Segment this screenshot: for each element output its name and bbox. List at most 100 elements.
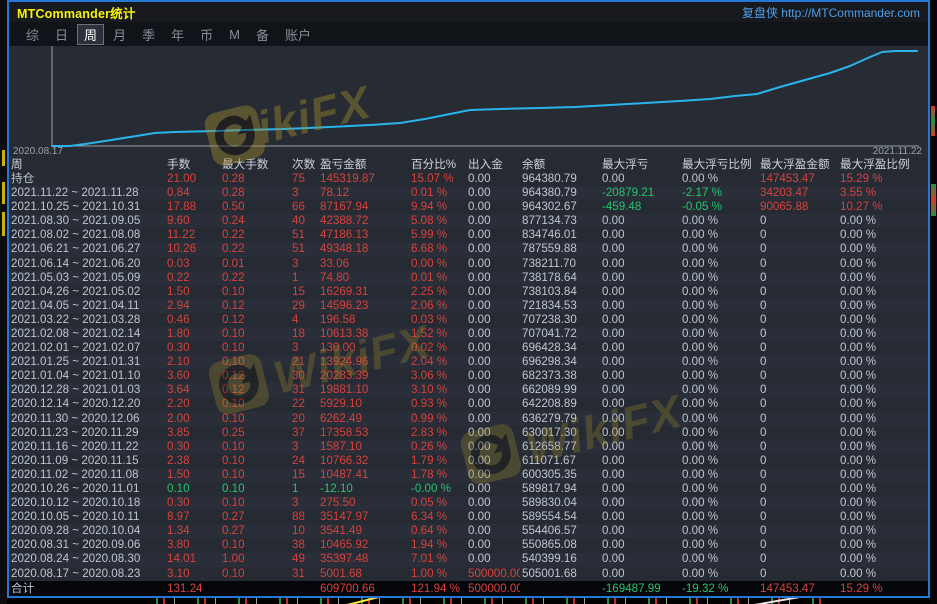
table-cell: 0.00 %: [838, 496, 928, 510]
table-row[interactable]: 2021.05.03 ~ 2021.05.090.220.22174.800.0…: [9, 271, 928, 285]
table-cell: 0.03: [165, 257, 220, 271]
table-cell: 2021.06.21 ~ 2021.06.27: [9, 242, 165, 256]
column-header[interactable]: 最大浮盈金额: [758, 158, 838, 172]
table-cell: 0.00: [600, 567, 680, 581]
table-cell: 10.26: [165, 242, 220, 256]
table-cell: 3: [290, 186, 318, 200]
column-header[interactable]: 百分比%: [409, 158, 466, 172]
table-cell: 0.00 %: [680, 496, 758, 510]
table-row[interactable]: 2021.08.02 ~ 2021.08.0811.220.225147186.…: [9, 228, 928, 242]
table-row[interactable]: 2021.03.22 ~ 2021.03.280.460.124196.580.…: [9, 313, 928, 327]
title-bar[interactable]: MTCommander统计 复盘侠 http://MTCommander.com: [9, 2, 928, 22]
table-row[interactable]: 2020.10.05 ~ 2020.10.118.970.278835147.9…: [9, 510, 928, 524]
table-row[interactable]: 2020.12.28 ~ 2021.01.033.640.123119881.1…: [9, 383, 928, 397]
column-header[interactable]: 出入金: [466, 158, 520, 172]
table-row[interactable]: 2020.08.24 ~ 2020.08.3014.011.004935397.…: [9, 553, 928, 567]
table-cell: 0.00 %: [409, 257, 466, 271]
table-cell: 0.00 %: [838, 482, 928, 496]
table-cell: 0.00: [600, 341, 680, 355]
column-header[interactable]: 最大浮亏比例: [680, 158, 758, 172]
table-cell: 2020.08.24 ~ 2020.08.30: [9, 552, 165, 566]
table-cell: 0.00: [466, 397, 520, 411]
column-header[interactable]: 周: [9, 158, 165, 172]
table-row[interactable]: 2020.08.17 ~ 2020.08.233.100.10315001.68…: [9, 567, 928, 581]
total-row[interactable]: 合计131.24609700.66121.94 %500000.00-16948…: [9, 581, 928, 596]
table-row[interactable]: 2021.06.14 ~ 2021.06.200.030.01333.060.0…: [9, 257, 928, 271]
table-cell: 1: [290, 482, 318, 496]
table-cell: 66: [290, 200, 318, 214]
column-header[interactable]: 余额: [520, 158, 600, 172]
column-header[interactable]: 次数: [290, 158, 318, 172]
table-cell: 0.00 %: [680, 228, 758, 242]
menu-item-10[interactable]: 账户: [278, 24, 318, 45]
table-row[interactable]: 2020.12.14 ~ 2020.12.202.200.10225929.10…: [9, 398, 928, 412]
table-cell: 2020.11.30 ~ 2020.12.06: [9, 412, 165, 426]
table-row[interactable]: 2021.11.22 ~ 2021.11.280.840.28378.120.0…: [9, 186, 928, 200]
table-row[interactable]: 2021.04.26 ~ 2021.05.021.500.101516269.3…: [9, 285, 928, 299]
table-cell: 0.12: [220, 383, 290, 397]
column-header[interactable]: 最大浮盈比例: [838, 158, 928, 172]
column-header[interactable]: 最大浮亏: [600, 158, 680, 172]
table-cell: 90065.88: [758, 200, 838, 214]
menu-item-9[interactable]: 备: [249, 24, 276, 45]
column-header[interactable]: 盈亏金额: [318, 158, 409, 172]
table-cell: 2.20: [165, 397, 220, 411]
table-row[interactable]: 2020.11.09 ~ 2020.11.152.380.102410766.3…: [9, 454, 928, 468]
menu-item-1[interactable]: 综: [19, 24, 46, 45]
table-row[interactable]: 2021.01.25 ~ 2021.01.312.100.102113924.9…: [9, 355, 928, 369]
menu-item-7[interactable]: 币: [193, 24, 220, 45]
menu-item-4[interactable]: 月: [106, 24, 133, 45]
brand-link[interactable]: 复盘侠 http://MTCommander.com: [742, 4, 920, 21]
menu-item-6[interactable]: 年: [164, 24, 191, 45]
table-row[interactable]: 2021.08.30 ~ 2021.09.059.600.244042388.7…: [9, 214, 928, 228]
menu-item-2[interactable]: 日: [48, 24, 75, 45]
table-row[interactable]: 2021.02.01 ~ 2021.02.070.300.103130.000.…: [9, 341, 928, 355]
table-row[interactable]: 2020.11.23 ~ 2020.11.293.850.253717358.5…: [9, 426, 928, 440]
table-cell: 0: [758, 397, 838, 411]
table-cell: 0.00: [466, 369, 520, 383]
table-cell: 2020.10.26 ~ 2020.11.01: [9, 482, 165, 496]
table-row[interactable]: 2020.11.30 ~ 2020.12.062.000.10206262.49…: [9, 412, 928, 426]
table-row[interactable]: 持仓21.000.2875145319.8715.07 %0.00964380.…: [9, 172, 928, 186]
table-row[interactable]: 2020.11.16 ~ 2020.11.220.300.1031587.100…: [9, 440, 928, 454]
table-row[interactable]: 2021.06.21 ~ 2021.06.2710.260.225149348.…: [9, 242, 928, 256]
table-cell: 834746.01: [520, 228, 600, 242]
table-cell: 2021.02.08 ~ 2021.02.14: [9, 327, 165, 341]
table-cell: 0: [758, 341, 838, 355]
column-header[interactable]: 最大手数: [220, 158, 290, 172]
table-row[interactable]: 2021.01.04 ~ 2021.01.103.600.123020283.3…: [9, 369, 928, 383]
column-header[interactable]: 手数: [165, 158, 220, 172]
table-cell: 0.00: [466, 383, 520, 397]
table-row[interactable]: 2020.08.31 ~ 2020.09.063.800.103810465.9…: [9, 538, 928, 552]
table-cell: 2021.02.01 ~ 2021.02.07: [9, 341, 165, 355]
table-cell: 1.79 %: [409, 454, 466, 468]
table-row[interactable]: 2021.02.08 ~ 2021.02.141.800.101810613.3…: [9, 327, 928, 341]
table-row[interactable]: 2020.10.26 ~ 2020.11.010.100.101-12.10-0…: [9, 482, 928, 496]
table-cell: 0.28: [220, 172, 290, 186]
menu-item-8[interactable]: M: [222, 26, 247, 43]
table-cell: 2020.08.17 ~ 2020.08.23: [9, 567, 165, 581]
table-row[interactable]: 2021.04.05 ~ 2021.04.112.940.122914596.2…: [9, 299, 928, 313]
table-cell: 0.00 %: [680, 397, 758, 411]
table-row[interactable]: 2021.10.25 ~ 2021.10.3117.880.506687167.…: [9, 200, 928, 214]
table-cell: 0.00: [600, 313, 680, 327]
table-cell: 0.00 %: [838, 524, 928, 538]
table-cell: 0.12: [220, 369, 290, 383]
table-cell: 1: [290, 271, 318, 285]
menu-item-3[interactable]: 周: [77, 24, 104, 45]
table-cell: 0.01: [220, 257, 290, 271]
table-cell: 0.10: [220, 567, 290, 581]
table-cell: 0.00: [600, 496, 680, 510]
table-row[interactable]: 2020.09.28 ~ 2020.10.041.340.27103541.49…: [9, 524, 928, 538]
menu-item-5[interactable]: 季: [135, 24, 162, 45]
table-row[interactable]: 2020.10.12 ~ 2020.10.180.300.103275.500.…: [9, 496, 928, 510]
table-cell: 0.30: [165, 341, 220, 355]
table-cell: 0.00 %: [680, 299, 758, 313]
table-cell: 0.00: [466, 285, 520, 299]
table-cell: 0.00 %: [680, 538, 758, 552]
table-cell: 6.68 %: [409, 242, 466, 256]
table-cell: 0.00 %: [838, 454, 928, 468]
table-cell: 0.00 %: [838, 228, 928, 242]
table-row[interactable]: 2020.11.02 ~ 2020.11.081.500.101510487.4…: [9, 468, 928, 482]
table-cell: 964380.79: [520, 172, 600, 186]
